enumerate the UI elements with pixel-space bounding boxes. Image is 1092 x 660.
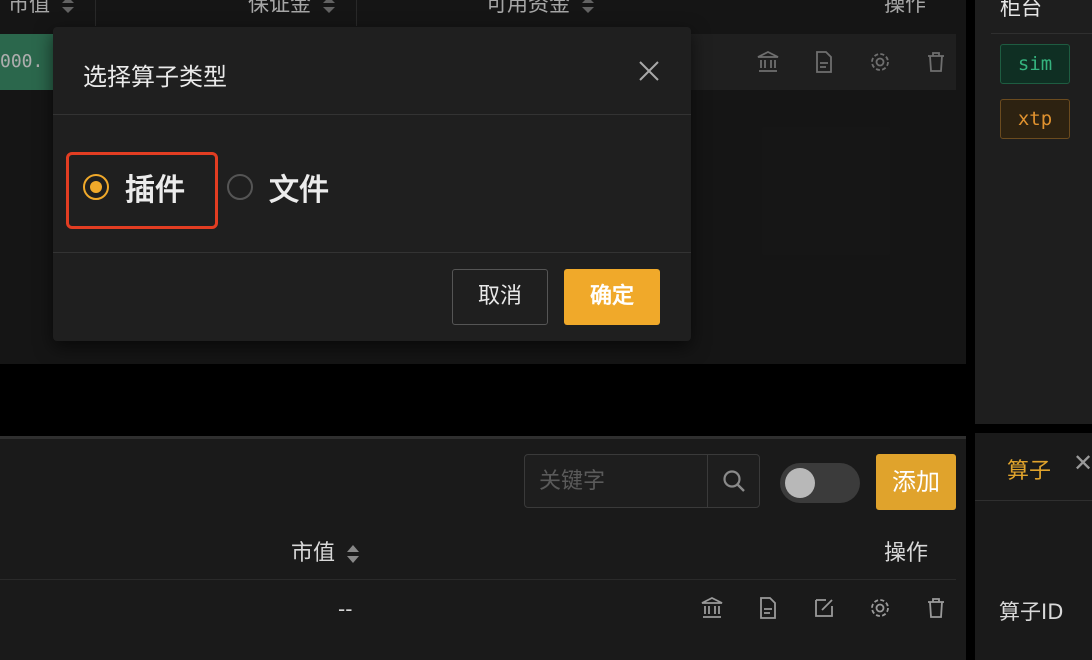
divider [0,579,956,580]
table-header-actions: 操作 [884,541,929,566]
sort-icon[interactable] [346,543,360,565]
app-root: 市值 保证金 可用资金 操作 000. 柜台 sim xtp 关键字 添加 市值… [0,0,1092,660]
counter-panel: 柜台 sim xtp [975,0,1092,424]
toggle-knob [785,468,815,498]
toggle-switch[interactable] [780,463,860,503]
bank-icon[interactable] [695,591,729,625]
counter-header: 柜台 [1000,0,1042,20]
search-input[interactable] [525,455,707,507]
radio-label: 文件 [269,173,329,208]
table-header-market-value[interactable]: 市值 [291,535,360,567]
confirm-button[interactable]: 确定 [564,269,660,325]
radio-unchecked-icon [227,174,253,200]
operator-id-label: 算子ID [999,600,1064,624]
operator-type-dialog: 选择算子类型 插件 文件 取消 确定 [53,27,691,341]
bottom-table-panel: 添加 市值 操作 -- [0,439,966,660]
search-icon[interactable] [707,455,760,507]
operator-panel: 算子 ✕ 算子ID [975,433,1092,660]
divider [975,500,1092,501]
row-actions [695,591,975,625]
tag-sim: sim [1000,44,1070,84]
tab-operator[interactable]: 算子 [1007,453,1051,485]
trash-icon[interactable] [919,591,953,625]
search-box [524,454,760,508]
close-icon[interactable] [633,55,665,87]
tag-xtp: xtp [1000,99,1070,139]
close-icon[interactable]: ✕ [1073,449,1092,477]
dialog-title: 选择算子类型 [83,63,227,91]
cancel-button[interactable]: 取消 [452,269,548,325]
add-button[interactable]: 添加 [876,454,956,510]
highlight-box [66,152,218,229]
gear-icon[interactable] [863,591,897,625]
radio-file[interactable]: 文件 [227,165,329,209]
edit-icon[interactable] [807,591,841,625]
divider [991,33,1092,34]
divider [53,114,691,115]
divider [53,252,691,253]
cell-market-value: -- [338,597,353,621]
document-icon[interactable] [751,591,785,625]
